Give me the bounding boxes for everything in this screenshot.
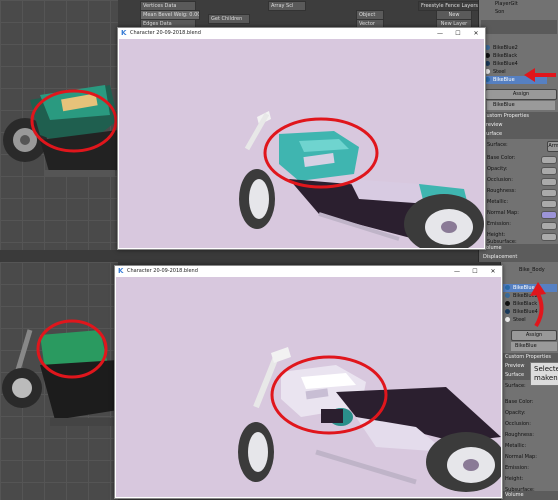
displacement-section[interactable]: Displacement [479, 253, 558, 262]
annotation-circle-render-top [263, 117, 379, 189]
maximize-button[interactable]: ☐ [466, 266, 484, 277]
assign-button[interactable]: Assign [485, 89, 557, 100]
input-label: Roughness: [487, 188, 516, 194]
material-header [481, 20, 557, 34]
material-swatch-icon [505, 301, 510, 306]
material-slot[interactable]: BikeBlue2 [483, 44, 547, 52]
volume-section[interactable]: Volume [479, 244, 558, 253]
preview-section[interactable]: Preview [479, 121, 558, 130]
annotation-circle-viewport-bottom [36, 319, 108, 379]
input-socket[interactable] [541, 156, 557, 164]
minimize-button[interactable]: — [431, 28, 449, 39]
annotation-circle-viewport-top [30, 89, 118, 153]
app-logo-icon: K [121, 29, 127, 37]
close-button[interactable]: ✕ [467, 28, 485, 39]
callout-line: maken [534, 374, 558, 382]
input-label: Occlusion: [505, 421, 531, 427]
input-label: Emission: [505, 465, 529, 471]
input-socket[interactable] [541, 167, 557, 175]
input-label: Roughness: [505, 432, 534, 438]
surface-section[interactable]: Surface [479, 130, 558, 139]
window-titlebar[interactable]: K Character 20-09-2018.blend — ☐ ✕ [115, 266, 502, 277]
close-button[interactable]: ✕ [484, 266, 502, 277]
minimize-button[interactable]: — [448, 266, 466, 277]
render-canvas[interactable] [116, 277, 501, 497]
material-swatch-icon [505, 293, 510, 298]
app-logo-icon: K [118, 267, 124, 275]
input-label: Occlusion: [487, 177, 513, 183]
node-editor[interactable]: Vertices Data Mean Bevel Weig: 0.00 Edge… [118, 0, 482, 29]
annotation-arrow-bottom [530, 282, 546, 328]
array-label: Array Scl [268, 1, 306, 11]
custom-properties-section[interactable]: Custom Properties [501, 353, 558, 362]
render-window-bottom[interactable]: K Character 20-09-2018.blend — ☐ ✕ [114, 265, 503, 499]
input-label: Normal Map: [505, 454, 537, 460]
input-socket[interactable] [541, 178, 557, 186]
surface-label: Surface: [505, 383, 526, 389]
render-canvas[interactable] [119, 39, 484, 248]
properties-panel-top[interactable]: PlayerGlt Son BikeBlue2 BikeBlack BikeBl… [478, 0, 558, 262]
maximize-button[interactable]: ☐ [449, 28, 467, 39]
surface-label: Surface: [487, 142, 508, 148]
input-label: Metallic: [505, 443, 527, 449]
input-socket[interactable] [541, 211, 557, 219]
object-name-field[interactable]: Bike_Body [519, 266, 557, 275]
annotation-circle-render-bottom [270, 355, 388, 435]
render-window-top[interactable]: K Character 20-09-2018.blend — ☐ ✕ [117, 27, 486, 250]
custom-properties-section[interactable]: Custom Properties [479, 112, 558, 121]
input-label: Base Color: [505, 399, 534, 405]
material-slot[interactable]: BikeBlack [483, 52, 547, 60]
get-children-button[interactable]: Get Children [208, 14, 250, 24]
material-swatch-icon [505, 317, 510, 322]
input-label: Height: [505, 476, 524, 482]
surface-dropdown[interactable]: Armo [547, 141, 558, 152]
input-socket[interactable] [541, 222, 557, 230]
input-label: Opacity: [505, 410, 526, 416]
scene-item-son[interactable]: Son [481, 8, 557, 17]
material-name-field[interactable]: BikeBlue [487, 101, 555, 110]
assign-button[interactable]: Assign [511, 330, 557, 341]
input-label: Metallic: [487, 199, 509, 205]
volume-section[interactable]: Volume [501, 491, 558, 500]
window-titlebar[interactable]: K Character 20-09-2018.blend — ☐ ✕ [118, 28, 485, 39]
window-title: Character 20-09-2018.blend [130, 30, 201, 36]
window-title: Character 20-09-2018.blend [127, 268, 198, 274]
callout-line: Selecte [534, 365, 558, 373]
input-label: Base Color: [487, 155, 516, 161]
tooltip-callout: Selecte maken [530, 362, 558, 386]
material-swatch-icon [505, 309, 510, 314]
input-socket[interactable] [541, 233, 557, 241]
material-swatch-icon [505, 285, 510, 290]
annotation-arrow-top [524, 68, 556, 82]
input-label: Normal Map: [487, 210, 519, 216]
input-label: Opacity: [487, 166, 508, 172]
input-label: Emission: [487, 221, 511, 227]
input-socket[interactable] [541, 200, 557, 208]
input-socket[interactable] [541, 189, 557, 197]
material-name-field[interactable]: BikeBlue [511, 342, 557, 351]
